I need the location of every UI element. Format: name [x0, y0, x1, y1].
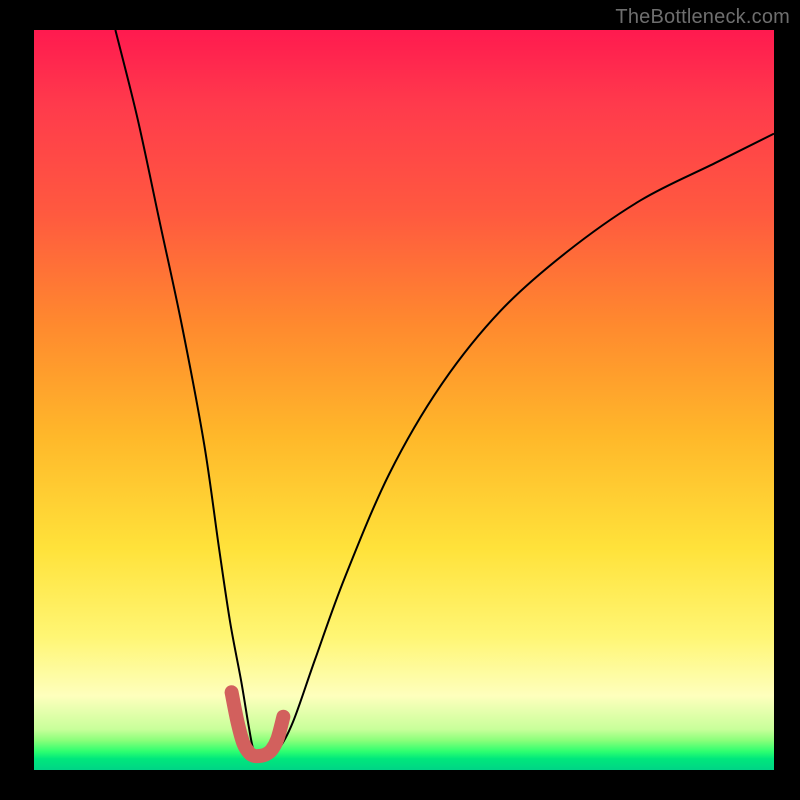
- chart-frame: TheBottleneck.com: [0, 0, 800, 800]
- watermark-text: TheBottleneck.com: [615, 6, 790, 29]
- optimal-range-marker: [232, 692, 284, 756]
- chart-svg: [34, 30, 774, 770]
- bottleneck-curve: [115, 30, 774, 753]
- plot-area: [34, 30, 774, 770]
